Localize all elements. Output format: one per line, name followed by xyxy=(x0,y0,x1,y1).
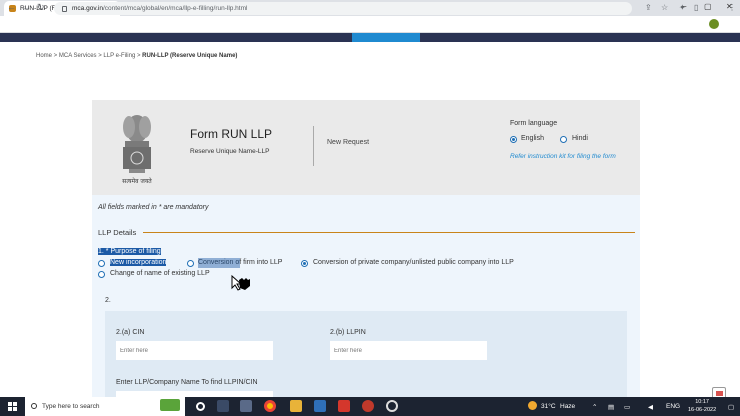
breadcrumb-llp-efiling[interactable]: LLP e-Filing xyxy=(103,53,135,59)
lock-icon xyxy=(62,5,67,12)
weather-sun-icon xyxy=(528,401,537,410)
browser-menu-icon[interactable]: ⋮ xyxy=(728,3,736,12)
profile-avatar[interactable] xyxy=(709,19,719,29)
taskbar-search-placeholder: Type here to search xyxy=(42,403,100,410)
file-explorer-icon[interactable] xyxy=(290,400,302,412)
section-title-llp-details: LLP Details xyxy=(98,228,137,237)
volume-icon[interactable]: ◀ xyxy=(648,403,653,411)
breadcrumb: Home > MCA Services > LLP e-Filing > RUN… xyxy=(36,53,237,59)
english-radio[interactable] xyxy=(510,136,517,143)
cin-input[interactable] xyxy=(116,341,273,360)
address-bar[interactable]: mca.gov.in/content/mca/global/en/mca/llp… xyxy=(54,2,632,15)
input-language[interactable]: ENG xyxy=(666,403,680,410)
task-view-icon[interactable] xyxy=(196,402,205,411)
purpose-change-name-radio[interactable] xyxy=(98,271,105,278)
side-panel-icon[interactable]: ▯ xyxy=(694,3,698,12)
breadcrumb-home[interactable]: Home xyxy=(36,53,52,59)
forward-button[interactable]: → xyxy=(22,2,31,12)
form-language-label: Form language xyxy=(510,120,558,127)
cin-label: 2.(a) CIN xyxy=(116,329,145,336)
mouse-cursor-icon xyxy=(231,274,250,291)
name-lookup-label: Enter LLP/Company Name To find LLPIN/CIN xyxy=(116,379,258,386)
breadcrumb-separator: > xyxy=(52,53,59,59)
mail-icon[interactable] xyxy=(314,400,326,412)
english-label: English xyxy=(521,135,544,142)
taskbar-app-icon[interactable] xyxy=(240,400,252,412)
mandatory-note: All fields marked in * are mandatory xyxy=(98,204,209,211)
emblem-caption: सत्यमेव जयते xyxy=(122,177,152,185)
app-icon[interactable] xyxy=(362,400,374,412)
hindi-label: Hindi xyxy=(572,135,588,142)
reload-button[interactable]: ↻ xyxy=(37,2,45,13)
llpin-label: 2.(b) LLPIN xyxy=(330,329,366,336)
chrome-icon[interactable] xyxy=(264,400,276,412)
breadcrumb-current: RUN-LLP (Reserve Unique Name) xyxy=(142,53,238,59)
network-icon[interactable]: ▤ xyxy=(608,403,614,411)
maximize-button[interactable]: ▢ xyxy=(704,2,712,11)
weather-condition: Haze xyxy=(560,403,576,410)
bookmark-star-icon[interactable]: ☆ xyxy=(661,3,668,12)
clock-time: 10:17 xyxy=(695,399,709,405)
section-divider xyxy=(143,232,635,233)
national-emblem-logo: सत्यमेव जयते xyxy=(122,115,152,185)
request-type: New Request xyxy=(327,139,370,146)
acrobat-icon[interactable] xyxy=(338,400,350,412)
widgets-icon[interactable] xyxy=(217,400,229,412)
purpose-option-label: New incorporation xyxy=(110,259,167,266)
temperature: 31°C xyxy=(541,403,556,410)
purpose-option-label: Conversion of private company/unlisted p… xyxy=(313,259,514,266)
header-divider xyxy=(313,126,314,166)
weather-widget-icon[interactable] xyxy=(160,399,180,411)
clock-date: 16-06-2022 xyxy=(688,407,717,413)
url-path: /content/mca/global/en/mca/llp-e-filling… xyxy=(102,5,248,12)
instruction-kit-link[interactable]: Refer instruction kit for filing the for… xyxy=(510,153,616,160)
share-icon[interactable]: ⇪ xyxy=(645,3,652,12)
purpose-new-incorporation-radio[interactable] xyxy=(98,260,105,267)
system-clock[interactable]: 10:17 16-06-2022 xyxy=(688,398,716,414)
form-subtitle: Reserve Unique Name-LLP xyxy=(190,148,270,155)
section-2-label: 2. xyxy=(105,297,111,304)
text-selection-highlight xyxy=(198,258,240,268)
back-button[interactable]: ← xyxy=(7,2,16,12)
notification-icon[interactable]: ▢ xyxy=(728,403,734,411)
settings-gear-icon[interactable] xyxy=(386,400,398,412)
url-host: mca.gov.in xyxy=(72,5,103,12)
purpose-option-label: Change of name of existing LLP xyxy=(110,270,210,277)
hindi-radio[interactable] xyxy=(560,136,567,143)
purpose-conversion-firm-radio[interactable] xyxy=(187,260,194,267)
breadcrumb-mca-services[interactable]: MCA Services xyxy=(59,53,97,59)
search-icon xyxy=(31,403,37,409)
llpin-input[interactable] xyxy=(330,341,487,360)
site-nav-active-item[interactable] xyxy=(352,33,420,42)
windows-start-icon[interactable] xyxy=(8,402,17,411)
site-nav-bar xyxy=(0,33,740,42)
browser-toolbar xyxy=(0,16,740,33)
purpose-conversion-company-radio[interactable] xyxy=(301,260,308,267)
form-header xyxy=(92,100,640,195)
extensions-icon[interactable]: ✦ xyxy=(679,3,686,12)
battery-icon[interactable]: ▭ xyxy=(624,403,630,411)
purpose-of-filing-label: 1. * Purpose of filing xyxy=(98,248,161,255)
show-hidden-icons-icon[interactable]: ⌃ xyxy=(592,403,597,411)
form-title: Form RUN LLP xyxy=(190,127,273,141)
